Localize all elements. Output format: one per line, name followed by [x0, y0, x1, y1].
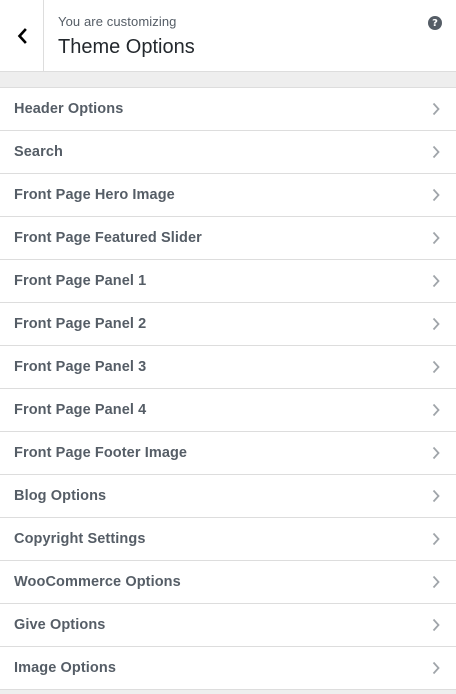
chevron-right-icon	[432, 403, 440, 417]
chevron-right-icon	[432, 317, 440, 331]
section-item-label: Front Page Panel 1	[14, 273, 147, 289]
section-item[interactable]: Search	[0, 131, 456, 174]
section-item-label: Image Options	[14, 660, 117, 676]
chevron-right-icon	[432, 360, 440, 374]
chevron-right-icon	[432, 446, 440, 460]
section-item-label: Front Page Panel 2	[14, 316, 147, 332]
section-item-label: Front Page Panel 4	[14, 402, 147, 418]
section-item-label: Front Page Panel 3	[14, 359, 147, 375]
section-item[interactable]: WooCommerce Options	[0, 561, 456, 604]
chevron-right-icon	[432, 274, 440, 288]
section-item-label: WooCommerce Options	[14, 574, 181, 590]
section-item-label: Give Options	[14, 617, 106, 633]
section-spacer	[0, 72, 456, 87]
customizing-subtitle: You are customizing	[58, 14, 177, 29]
title-block: You are customizing Theme Options	[58, 14, 195, 59]
section-item-label: Front Page Footer Image	[14, 445, 188, 461]
question-mark-icon: ?	[432, 17, 438, 29]
section-item[interactable]: Front Page Panel 3	[0, 346, 456, 389]
chevron-right-icon	[432, 575, 440, 589]
section-item[interactable]: Give Options	[0, 604, 456, 647]
section-item[interactable]: Front Page Panel 4	[0, 389, 456, 432]
page-title: Theme Options	[58, 36, 195, 58]
section-item-label: Front Page Featured Slider	[14, 230, 202, 246]
section-item-label: Header Options	[14, 101, 124, 117]
chevron-right-icon	[432, 618, 440, 632]
section-item[interactable]: Front Page Featured Slider	[0, 217, 456, 260]
chevron-right-icon	[432, 102, 440, 116]
section-item[interactable]: Header Options	[0, 88, 456, 131]
section-item[interactable]: Front Page Footer Image	[0, 432, 456, 475]
section-item-label: Copyright Settings	[14, 531, 146, 547]
help-button[interactable]: ?	[428, 16, 442, 30]
chevron-right-icon	[432, 188, 440, 202]
chevron-right-icon	[432, 661, 440, 675]
back-button[interactable]	[0, 0, 44, 71]
section-item[interactable]: Front Page Panel 2	[0, 303, 456, 346]
section-item-label: Front Page Hero Image	[14, 187, 175, 203]
panel-header: You are customizing Theme Options ?	[0, 0, 456, 72]
customizer-panel: You are customizing Theme Options ? Head…	[0, 0, 456, 694]
section-item-label: Search	[14, 144, 63, 160]
section-item[interactable]: Blog Options	[0, 475, 456, 518]
section-item[interactable]: Copyright Settings	[0, 518, 456, 561]
section-item[interactable]: Front Page Panel 1	[0, 260, 456, 303]
chevron-right-icon	[432, 145, 440, 159]
chevron-right-icon	[432, 489, 440, 503]
section-list: Header Options Search Front Page Hero Imag…	[0, 87, 456, 690]
section-item[interactable]: Image Options	[0, 647, 456, 690]
section-item-label: Blog Options	[14, 488, 107, 504]
chevron-right-icon	[432, 532, 440, 546]
chevron-left-icon	[17, 27, 27, 44]
chevron-right-icon	[432, 231, 440, 245]
section-item[interactable]: Front Page Hero Image	[0, 174, 456, 217]
